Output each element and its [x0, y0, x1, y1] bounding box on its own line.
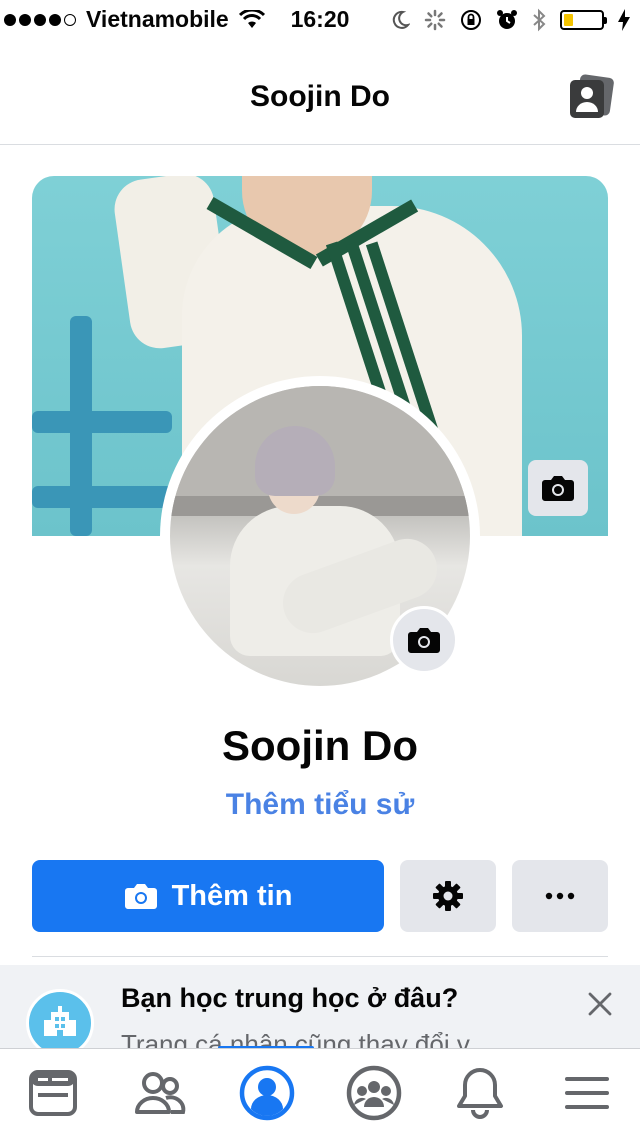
- add-story-button[interactable]: Thêm tin: [32, 860, 384, 932]
- more-icon: [545, 892, 575, 900]
- tab-notifications[interactable]: [448, 1061, 512, 1125]
- suggestion-title: Bạn học trung học ở đâu?: [121, 983, 459, 1013]
- signal-strength-icon: [4, 13, 76, 26]
- alarm-icon: [497, 10, 517, 29]
- battery-icon: [560, 10, 607, 30]
- bell-icon: [457, 1068, 503, 1119]
- bluetooth-icon: [533, 8, 546, 32]
- section-divider: [32, 956, 608, 957]
- charging-icon: [618, 9, 630, 31]
- wifi-icon: [238, 9, 265, 28]
- status-left: Vietnamobile: [4, 6, 265, 33]
- add-story-label: Thêm tin: [171, 879, 293, 912]
- carrier-name: Vietnamobile: [86, 6, 229, 32]
- loading-icon: [424, 9, 446, 31]
- tab-bar: [0, 1048, 640, 1137]
- rotation-lock-icon: [461, 10, 481, 30]
- page-title: Soojin Do: [250, 80, 390, 113]
- avatar-camera-button[interactable]: [390, 606, 458, 674]
- account-switch-icon[interactable]: [568, 74, 614, 120]
- profile-name: Soojin Do: [222, 722, 418, 769]
- news-feed-icon: [29, 1070, 77, 1116]
- groups-icon: [346, 1065, 402, 1121]
- more-button[interactable]: [512, 860, 608, 932]
- profile-icon: [239, 1065, 295, 1121]
- tab-news-feed[interactable]: [21, 1061, 85, 1125]
- close-icon: [588, 992, 612, 1016]
- camera-icon: [124, 884, 157, 909]
- cover-camera-button[interactable]: [528, 460, 588, 516]
- camera-icon: [542, 476, 574, 501]
- school-icon: [26, 989, 94, 1055]
- menu-icon: [565, 1077, 609, 1109]
- tab-profile[interactable]: [235, 1061, 299, 1125]
- tab-friends[interactable]: [128, 1061, 192, 1125]
- status-bar: Vietnamobile 16:20: [0, 0, 640, 40]
- status-right: [390, 8, 630, 32]
- tab-menu[interactable]: [555, 1061, 619, 1125]
- school-suggestion-card[interactable]: Bạn học trung học ở đâu? Trang cá nhân c…: [0, 965, 640, 1055]
- tab-groups[interactable]: [342, 1061, 406, 1125]
- add-bio-link[interactable]: Thêm tiểu sử: [0, 788, 640, 822]
- app-header: Soojin Do: [0, 40, 640, 145]
- settings-button[interactable]: [400, 860, 496, 932]
- close-suggestion-button[interactable]: [584, 988, 616, 1020]
- gear-icon: [433, 881, 463, 911]
- moon-icon: [392, 10, 410, 29]
- camera-icon: [408, 628, 440, 653]
- friends-icon: [135, 1072, 186, 1114]
